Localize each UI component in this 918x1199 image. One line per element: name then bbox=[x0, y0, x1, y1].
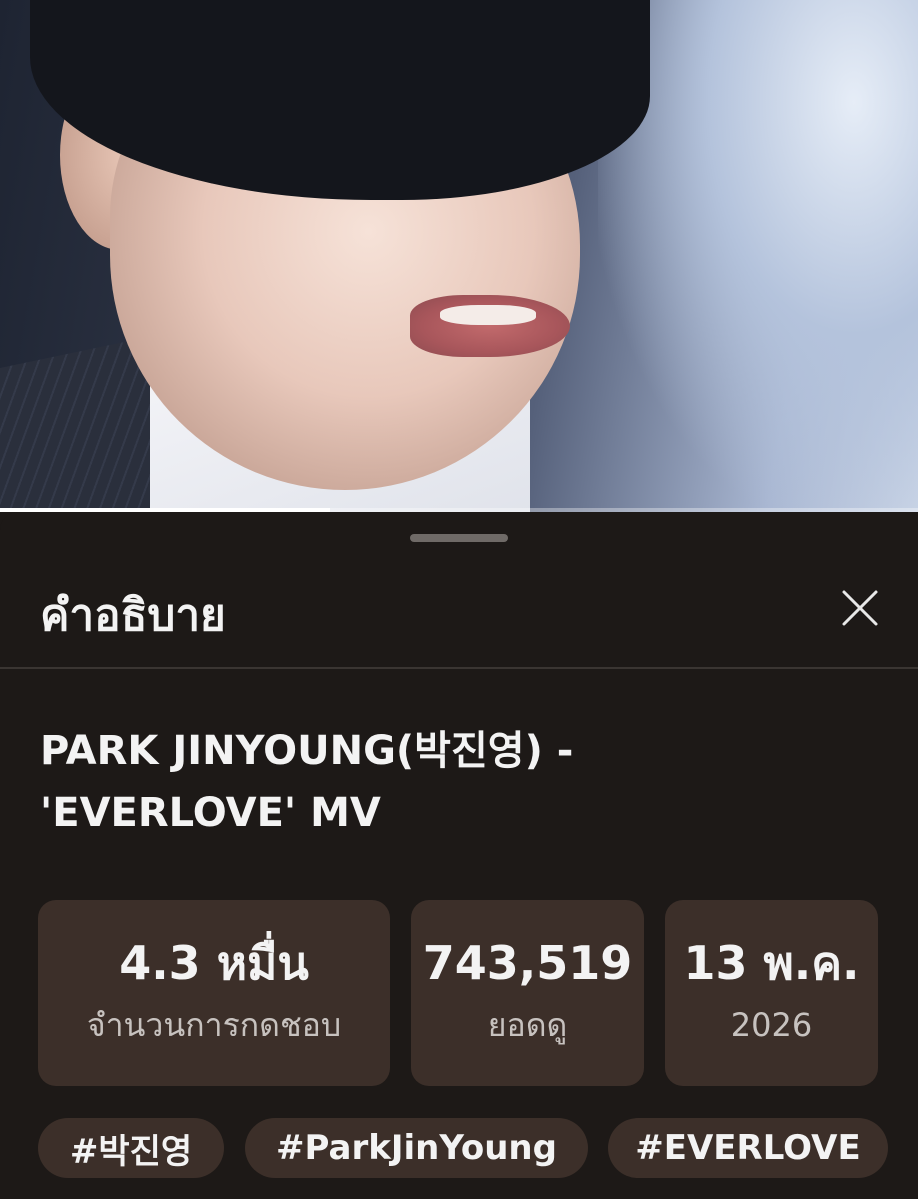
likes-stat: 4.3 หมื่น จำนวนการกดชอบ bbox=[38, 900, 390, 1086]
close-icon bbox=[842, 590, 878, 626]
video-player[interactable] bbox=[0, 0, 918, 512]
likes-label: จำนวนการกดชอบ bbox=[86, 1006, 342, 1044]
video-title: PARK JINYOUNG(박진영) - 'EVERLOVE' MV bbox=[40, 728, 574, 836]
hashtag-chip[interactable]: #ParkJinYoung bbox=[245, 1118, 588, 1178]
date-stat: 13 พ.ค. 2026 bbox=[665, 900, 878, 1086]
drag-handle[interactable] bbox=[410, 534, 508, 542]
date-year: 2026 bbox=[730, 1006, 813, 1044]
video-teeth-shape bbox=[440, 305, 536, 325]
date-day-month: 13 พ.ค. bbox=[683, 936, 860, 990]
divider bbox=[0, 667, 918, 669]
hashtag-chip[interactable]: #박진영 bbox=[38, 1118, 224, 1178]
close-button[interactable] bbox=[832, 580, 888, 636]
sheet-title: คำอธิบาย bbox=[40, 590, 226, 641]
views-label: ยอดดู bbox=[487, 1006, 568, 1044]
views-stat: 743,519 ยอดดู bbox=[411, 900, 644, 1086]
likes-count: 4.3 หมื่น bbox=[119, 936, 309, 990]
hashtag-chip[interactable]: #EVERLOVE bbox=[608, 1118, 888, 1178]
views-count: 743,519 bbox=[422, 936, 633, 990]
description-sheet: คำอธิบาย PARK JINYOUNG(박진영) - 'EVERLOVE'… bbox=[0, 512, 918, 1199]
